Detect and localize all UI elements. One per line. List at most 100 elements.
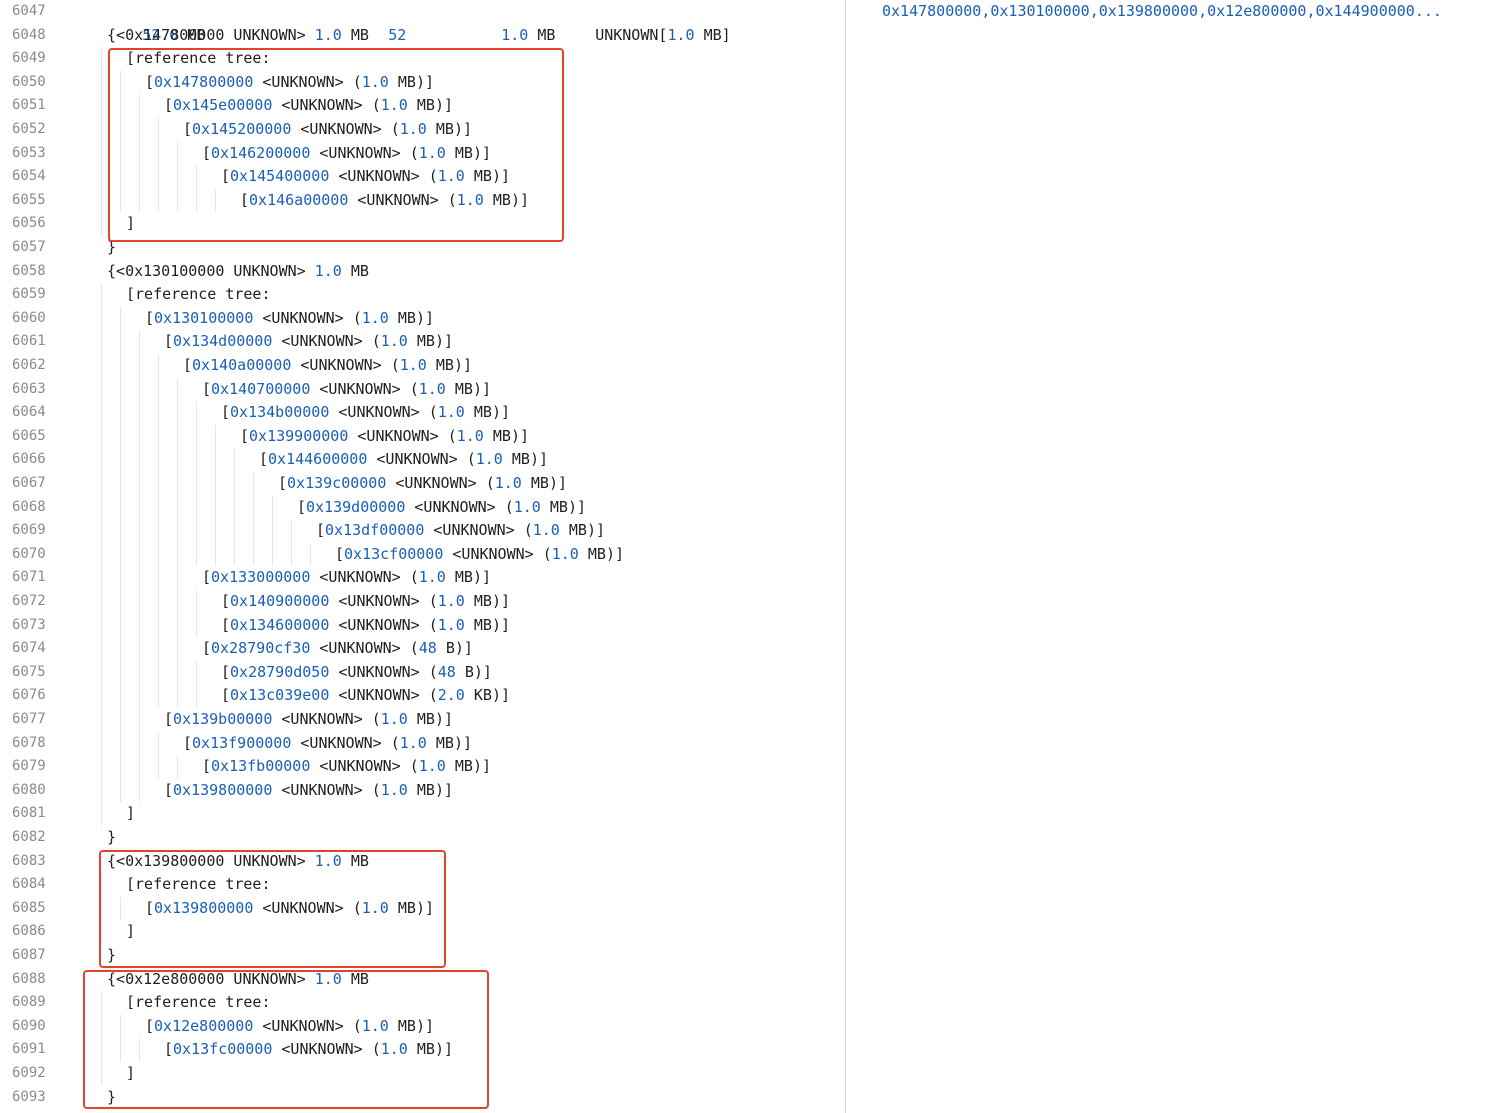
indent-guide xyxy=(158,684,159,708)
node-size: 48 xyxy=(437,662,456,681)
node-unit: MB xyxy=(416,710,435,728)
indent-guide xyxy=(120,542,121,567)
indent-guide xyxy=(101,542,102,567)
indent-guide xyxy=(158,542,159,567)
node-type: <UNKNOWN> ( xyxy=(310,757,419,776)
indent-guide xyxy=(139,755,140,779)
node-type: <UNKNOWN> ( xyxy=(329,615,438,634)
indent-guide xyxy=(101,118,102,142)
indent-guide xyxy=(120,519,121,543)
indent-guide xyxy=(139,660,140,685)
indent-guide xyxy=(101,778,102,803)
indent-guide xyxy=(101,660,102,685)
node-size: 1.0 xyxy=(551,544,579,563)
structure-text: [reference tree: xyxy=(126,285,271,304)
indent-guide xyxy=(139,519,140,543)
indent-guide xyxy=(158,731,159,756)
indent-guide xyxy=(196,590,197,614)
node-unit: MB xyxy=(435,733,454,752)
bracket-open: [ xyxy=(145,308,155,327)
node-size: 1.0 xyxy=(418,568,446,587)
node-address: 0x140a00000 xyxy=(192,356,292,374)
indent-guide xyxy=(101,472,102,496)
group-type: UNKNOWN> xyxy=(224,25,315,44)
indent-guide xyxy=(139,495,140,520)
indent-guide xyxy=(101,377,102,402)
node-address: 0x13cf00000 xyxy=(344,544,444,563)
indent-guide xyxy=(158,377,159,402)
node-size: 1.0 xyxy=(513,497,541,516)
indent-guide xyxy=(101,306,102,331)
group-unit: MB xyxy=(350,261,369,280)
indent-guide xyxy=(101,165,102,189)
indent-guide xyxy=(234,472,235,496)
node-type: <UNKNOWN> ( xyxy=(367,450,476,469)
indent-guide xyxy=(101,519,102,543)
summary-row: 52.0 MB xyxy=(88,0,205,44)
node-size: 1.0 xyxy=(399,733,427,752)
bracket-open: [ xyxy=(221,615,231,634)
node-unit: KB xyxy=(473,686,492,705)
node-unit: B xyxy=(464,662,474,681)
reference-node-line: [0x134d00000 <UNKNOWN> (1.0 MB)] xyxy=(164,330,453,354)
node-type: <UNKNOWN> ( xyxy=(272,780,381,799)
indent-guide xyxy=(120,660,121,685)
node-address: 0x140700000 xyxy=(211,379,311,398)
bracket-open: [ xyxy=(221,686,231,705)
indent-guide xyxy=(177,519,178,543)
node-unit: MB xyxy=(454,379,473,398)
node-address: 0x28790cf30 xyxy=(211,639,311,658)
structure-text: ] xyxy=(126,804,136,823)
indent-guide xyxy=(101,283,102,307)
indent-guide xyxy=(139,330,140,354)
indent-guide xyxy=(120,755,121,779)
indent-guide xyxy=(196,542,197,567)
node-address: 0x139900000 xyxy=(249,426,349,445)
indent-guide xyxy=(272,519,273,543)
indent-guide xyxy=(120,448,121,472)
indent-guide xyxy=(158,448,159,472)
node-size: 1.0 xyxy=(494,474,522,492)
reference-node-line: [0x144600000 <UNKNOWN> (1.0 MB)] xyxy=(259,448,548,472)
indent-guide xyxy=(234,448,235,472)
indent-guide xyxy=(120,472,121,496)
node-unit: MB xyxy=(416,780,435,799)
node-address: 0x13f900000 xyxy=(192,733,292,752)
node-address: 0x13c039e00 xyxy=(230,686,330,705)
indent-guide xyxy=(101,637,102,661)
indent-guide xyxy=(177,637,178,661)
reference-node-line: [0x13f900000 <UNKNOWN> (1.0 MB)] xyxy=(183,732,472,756)
node-type: <UNKNOWN> ( xyxy=(443,544,552,563)
group-header-line: {<0x130100000 UNKNOWN> 1.0 MB xyxy=(107,260,369,284)
reference-node-line: [0x139c00000 <UNKNOWN> (1.0 MB)] xyxy=(278,472,567,496)
indent-guide xyxy=(101,755,102,779)
reference-node-line: [0x28790d050 <UNKNOWN> (48 B)] xyxy=(221,661,492,685)
bracket-close: )] xyxy=(434,780,453,799)
indent-guide xyxy=(215,495,216,520)
indent-guide xyxy=(120,306,121,331)
node-address: 0x139b00000 xyxy=(173,710,273,728)
indent-guide xyxy=(101,448,102,472)
indent-guide xyxy=(215,424,216,449)
structure-line: [reference tree: xyxy=(126,283,271,307)
node-size: 1.0 xyxy=(475,450,503,469)
node-type: <UNKNOWN> ( xyxy=(329,592,438,610)
bracket-open: [ xyxy=(202,639,212,658)
node-type: <UNKNOWN> ( xyxy=(424,521,533,540)
indent-guide xyxy=(120,778,121,803)
bracket-open: [ xyxy=(259,450,269,469)
type-text: UNKNOWN[ xyxy=(595,25,668,44)
node-address: 0x13fb00000 xyxy=(211,757,311,776)
node-address: 0x28790d050 xyxy=(230,662,330,681)
indent-guide xyxy=(139,401,140,425)
indent-guide xyxy=(177,377,178,402)
indent-guide xyxy=(177,566,178,590)
node-unit: MB xyxy=(473,592,492,610)
group-unit: MB xyxy=(350,25,369,44)
indent-guide xyxy=(139,613,140,638)
brace-open: {< xyxy=(107,25,126,44)
indent-guide xyxy=(177,755,178,779)
node-size: 1.0 xyxy=(456,426,484,445)
node-size: 1.0 xyxy=(380,780,408,799)
indent-guide xyxy=(139,590,140,614)
